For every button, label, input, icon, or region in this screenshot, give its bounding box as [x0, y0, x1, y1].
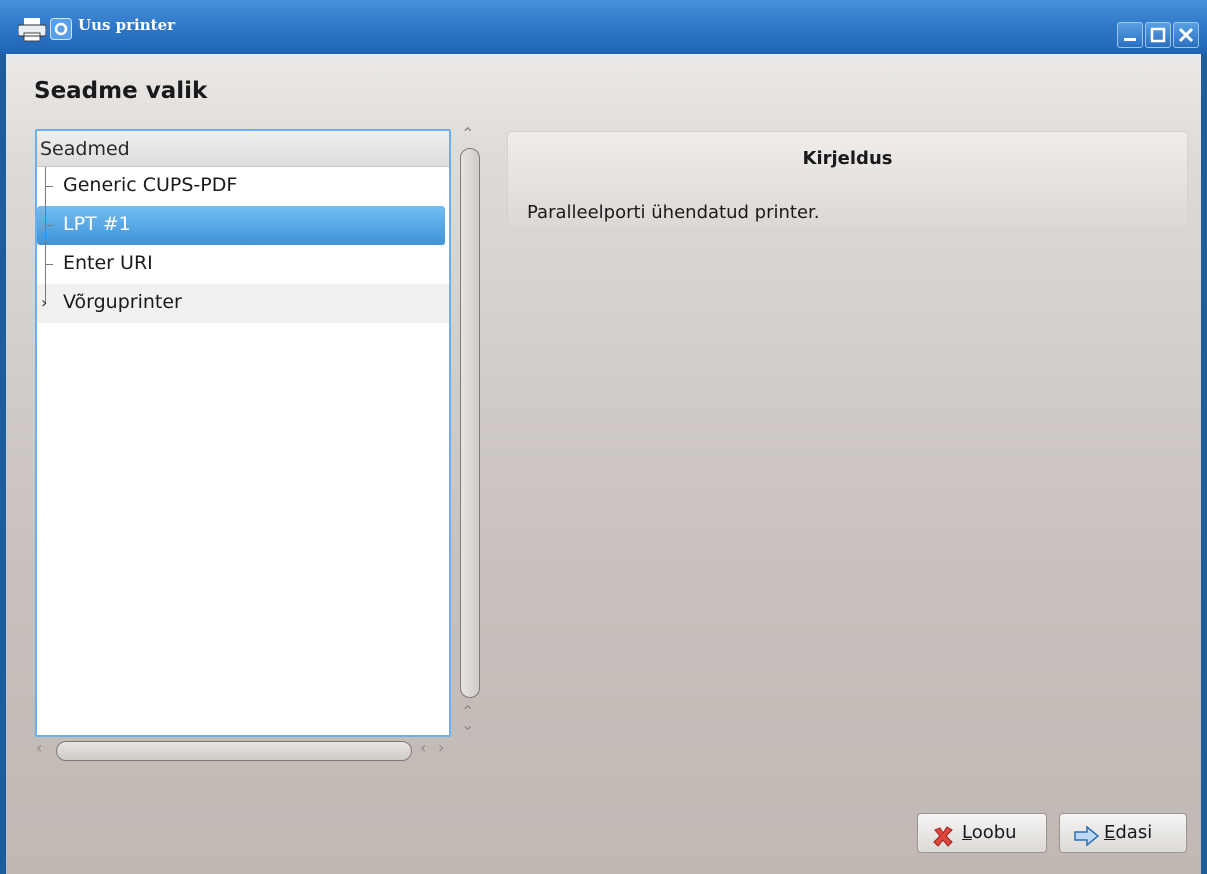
close-icon [1178, 27, 1194, 43]
window-titlebar: Uus printer [0, 0, 1207, 54]
window-client-area: Seadme valik Seadmed Generic CUPS-PDF LP… [6, 54, 1201, 874]
tree-column-header[interactable]: Seadmed [37, 131, 449, 167]
cancel-x-icon [932, 823, 954, 861]
forward-arrow-icon [1074, 823, 1100, 861]
cancel-mnemonic: L [962, 822, 972, 843]
printer-icon [17, 18, 47, 46]
scroll-down-arrow-icon[interactable]: ⌃ [461, 714, 474, 733]
window-menu-icon[interactable] [50, 18, 72, 44]
tree-item-enter-uri[interactable]: Enter URI [37, 245, 449, 284]
device-tree[interactable]: Seadmed Generic CUPS-PDF LPT #1 Enter UR… [35, 129, 451, 737]
window-title: Uus printer [78, 16, 176, 34]
close-button[interactable] [1173, 22, 1199, 48]
description-panel: Kirjeldus Paralleelporti ühendatud print… [507, 131, 1188, 227]
tree-item-label: Enter URI [63, 252, 153, 274]
tree-item-label: Generic CUPS-PDF [63, 174, 238, 196]
horizontal-scrollbar-thumb[interactable] [56, 741, 412, 761]
description-text: Paralleelporti ühendatud printer. [527, 202, 820, 223]
scroll-left-arrow-icon[interactable]: ‹ [420, 738, 426, 757]
next-button[interactable]: Edasi [1059, 813, 1187, 853]
scroll-up-arrow-icon[interactable]: ⌃ [461, 124, 474, 143]
cancel-button[interactable]: Loobu [917, 813, 1047, 853]
tree-branch-tick [45, 186, 53, 187]
description-title: Kirjeldus [802, 148, 893, 169]
maximize-icon [1150, 27, 1166, 43]
cancel-label: oobu [971, 822, 1017, 843]
page-title: Seadme valik [34, 78, 208, 104]
tree-item-generic-cups-pdf[interactable]: Generic CUPS-PDF [37, 167, 449, 206]
expand-arrow-icon[interactable]: › [41, 284, 47, 321]
scroll-right-arrow-icon[interactable]: › [438, 738, 444, 757]
tree-item-label: Võrguprinter [63, 291, 182, 313]
tree-item-vorguprinter[interactable]: › Võrguprinter [37, 284, 449, 323]
tree-item-lpt1[interactable]: LPT #1 [37, 206, 445, 245]
tree-item-label: LPT #1 [63, 213, 131, 235]
vertical-scrollbar-thumb[interactable] [460, 148, 480, 698]
scroll-left-arrow-icon[interactable]: ‹ [36, 738, 42, 757]
minimize-button[interactable] [1117, 22, 1143, 48]
maximize-button[interactable] [1145, 22, 1171, 48]
next-label: dasi [1115, 822, 1153, 843]
minimize-icon [1124, 38, 1136, 41]
tree-branch-tick [45, 264, 53, 265]
next-mnemonic: E [1104, 822, 1116, 843]
tree-branch-tick [45, 225, 53, 226]
